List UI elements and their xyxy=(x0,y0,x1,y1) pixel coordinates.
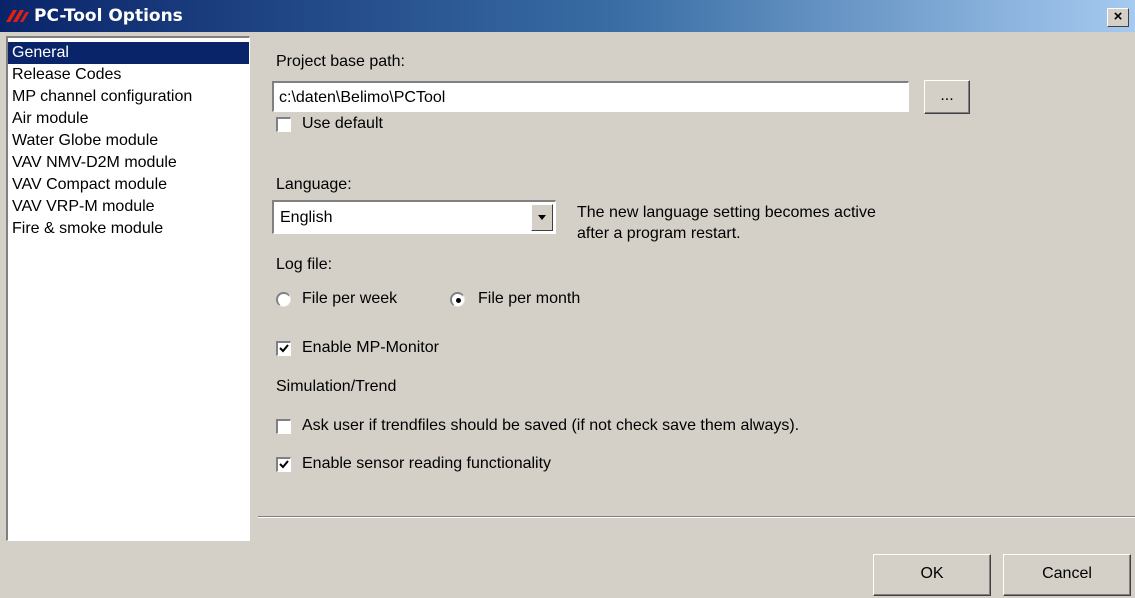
log-week-radio[interactable] xyxy=(276,292,291,307)
mp-monitor-checkbox[interactable] xyxy=(276,341,291,356)
ask-trend-checkbox[interactable] xyxy=(276,419,291,434)
nav-item-vav-nmv-d2m-module[interactable]: VAV NMV-D2M module xyxy=(8,152,249,174)
sensor-reading-label: Enable sensor reading functionality xyxy=(302,455,552,472)
language-note-line1: The new language setting becomes active xyxy=(577,204,876,221)
window-title: PC-Tool Options xyxy=(34,6,183,26)
log-file-label: Log file: xyxy=(276,256,333,273)
ask-trend-label: Ask user if trendfiles should be saved (… xyxy=(302,417,800,434)
ok-label: OK xyxy=(920,565,944,582)
cancel-label: Cancel xyxy=(1042,565,1092,582)
simulation-trend-label: Simulation/Trend xyxy=(276,378,397,395)
mp-monitor-label: Enable MP-Monitor xyxy=(302,339,439,356)
use-default-label: Use default xyxy=(302,115,383,132)
nav-item-general[interactable]: General xyxy=(8,42,249,64)
nav-item-vav-compact-module[interactable]: VAV Compact module xyxy=(8,174,249,196)
nav-item-vav-vrp-m-module[interactable]: VAV VRP-M module xyxy=(8,196,249,218)
options-category-list[interactable]: General Release Codes MP channel configu… xyxy=(6,36,250,541)
app-logo-icon xyxy=(6,10,29,22)
nav-item-air-module[interactable]: Air module xyxy=(8,108,249,130)
nav-item-release-codes[interactable]: Release Codes xyxy=(8,64,249,86)
project-path-label: Project base path: xyxy=(276,53,405,70)
close-icon: × xyxy=(1113,8,1123,25)
project-path-input[interactable]: c:\daten\Belimo\PCTool xyxy=(272,81,909,112)
checkmark-icon xyxy=(279,460,289,469)
language-note-line2: after a program restart. xyxy=(577,225,741,242)
cancel-button[interactable]: Cancel xyxy=(1003,554,1131,596)
log-week-label: File per week xyxy=(302,290,398,307)
title-bar: PC-Tool Options × xyxy=(0,0,1135,32)
footer-separator-highlight xyxy=(258,517,1135,518)
browse-label: ... xyxy=(940,87,954,104)
nav-item-fire-smoke-module[interactable]: Fire & smoke module xyxy=(8,218,249,240)
ok-button[interactable]: OK xyxy=(873,554,991,596)
language-select[interactable]: English xyxy=(272,200,556,234)
language-dropdown-button[interactable] xyxy=(531,204,553,231)
nav-item-mp-channel-configuration[interactable]: MP channel configuration xyxy=(8,86,249,108)
log-month-label: File per month xyxy=(478,290,581,307)
chevron-down-icon xyxy=(538,215,546,220)
checkmark-icon xyxy=(279,344,289,353)
use-default-checkbox[interactable] xyxy=(276,117,291,132)
radio-selected-dot xyxy=(456,298,461,303)
browse-button[interactable]: ... xyxy=(924,80,970,114)
close-button[interactable]: × xyxy=(1107,8,1129,27)
language-label: Language: xyxy=(276,176,352,193)
nav-item-water-globe-module[interactable]: Water Globe module xyxy=(8,130,249,152)
language-value: English xyxy=(280,209,333,226)
sensor-reading-checkbox[interactable] xyxy=(276,457,291,472)
log-month-radio[interactable] xyxy=(450,292,465,307)
